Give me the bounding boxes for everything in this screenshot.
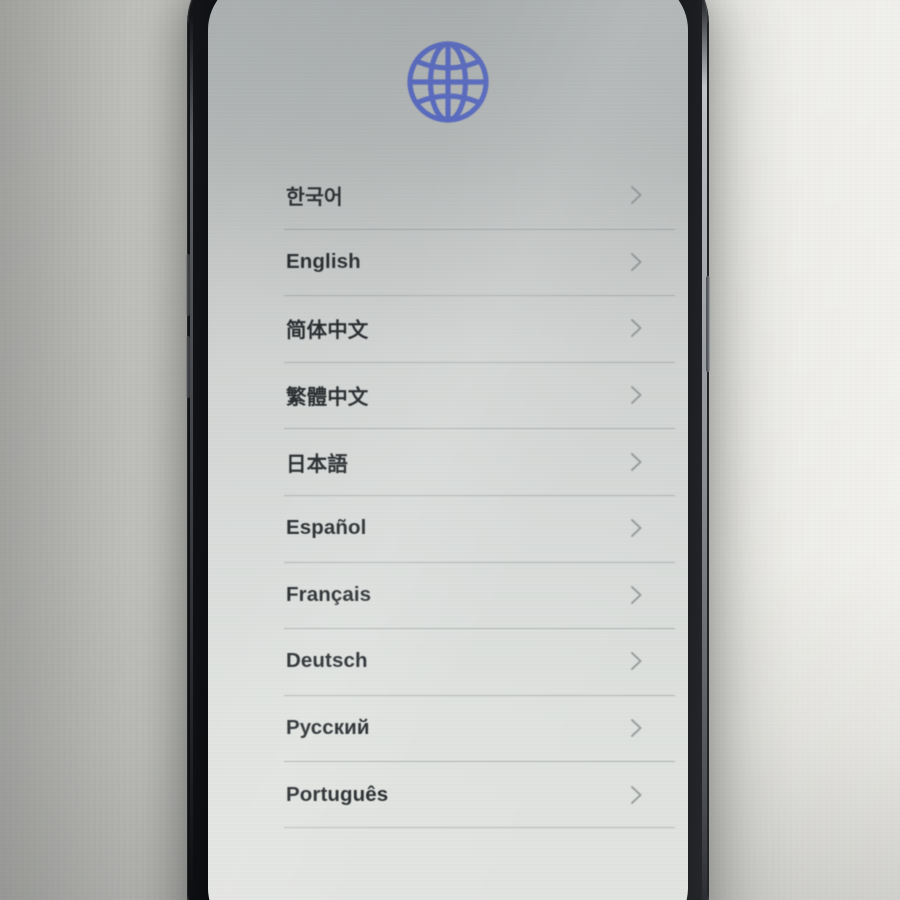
chevron-right-icon	[630, 251, 643, 273]
language-name: Français	[286, 582, 372, 606]
language-name: 简体中文	[286, 319, 369, 343]
language-name: English	[286, 249, 361, 273]
language-name: Deutsch	[286, 649, 368, 673]
list-item[interactable]: Русский	[263, 694, 675, 762]
list-item[interactable]: 한국어	[263, 162, 675, 229]
chevron-right-icon	[630, 451, 643, 473]
globe-icon	[402, 36, 494, 133]
phone-edge-highlight-right	[702, 0, 707, 900]
language-name: 日本語	[286, 452, 348, 476]
language-name: Português	[286, 782, 389, 806]
language-globe-header	[208, 36, 688, 133]
chevron-right-icon	[630, 784, 643, 806]
list-item[interactable]: 简体中文	[263, 295, 675, 362]
chevron-right-icon	[630, 717, 643, 739]
chevron-right-icon	[630, 384, 643, 406]
chevron-right-icon	[630, 584, 643, 606]
phone-device: 한국어 English 简体中文 繁體中文 日本語 Español França…	[186, 0, 710, 900]
list-item[interactable]: English	[263, 228, 675, 296]
power-button[interactable]	[706, 276, 710, 372]
chevron-right-icon	[630, 650, 643, 672]
language-name: 繁體中文	[286, 386, 369, 410]
phone-edge-highlight-left	[190, 14, 193, 894]
phone-screen: 한국어 English 简体中文 繁體中文 日本語 Español França…	[208, 0, 688, 900]
language-name: Español	[286, 516, 367, 540]
volume-down-button[interactable]	[186, 336, 190, 398]
list-item[interactable]: Español	[263, 494, 675, 562]
list-item[interactable]: 日本語	[263, 428, 675, 495]
list-item[interactable]: 繁體中文	[263, 361, 675, 429]
chevron-right-icon	[630, 517, 643, 539]
language-name: Русский	[286, 716, 370, 740]
list-item[interactable]: Português	[263, 761, 675, 828]
list-item[interactable]: Français	[263, 561, 675, 629]
photo-scene: 한국어 English 简体中文 繁體中文 日本語 Español França…	[0, 0, 900, 900]
volume-up-button[interactable]	[186, 254, 190, 316]
chevron-right-icon	[630, 184, 643, 206]
list-item[interactable]: Deutsch	[263, 628, 675, 695]
chevron-right-icon	[630, 317, 643, 339]
language-name: 한국어	[286, 186, 343, 210]
